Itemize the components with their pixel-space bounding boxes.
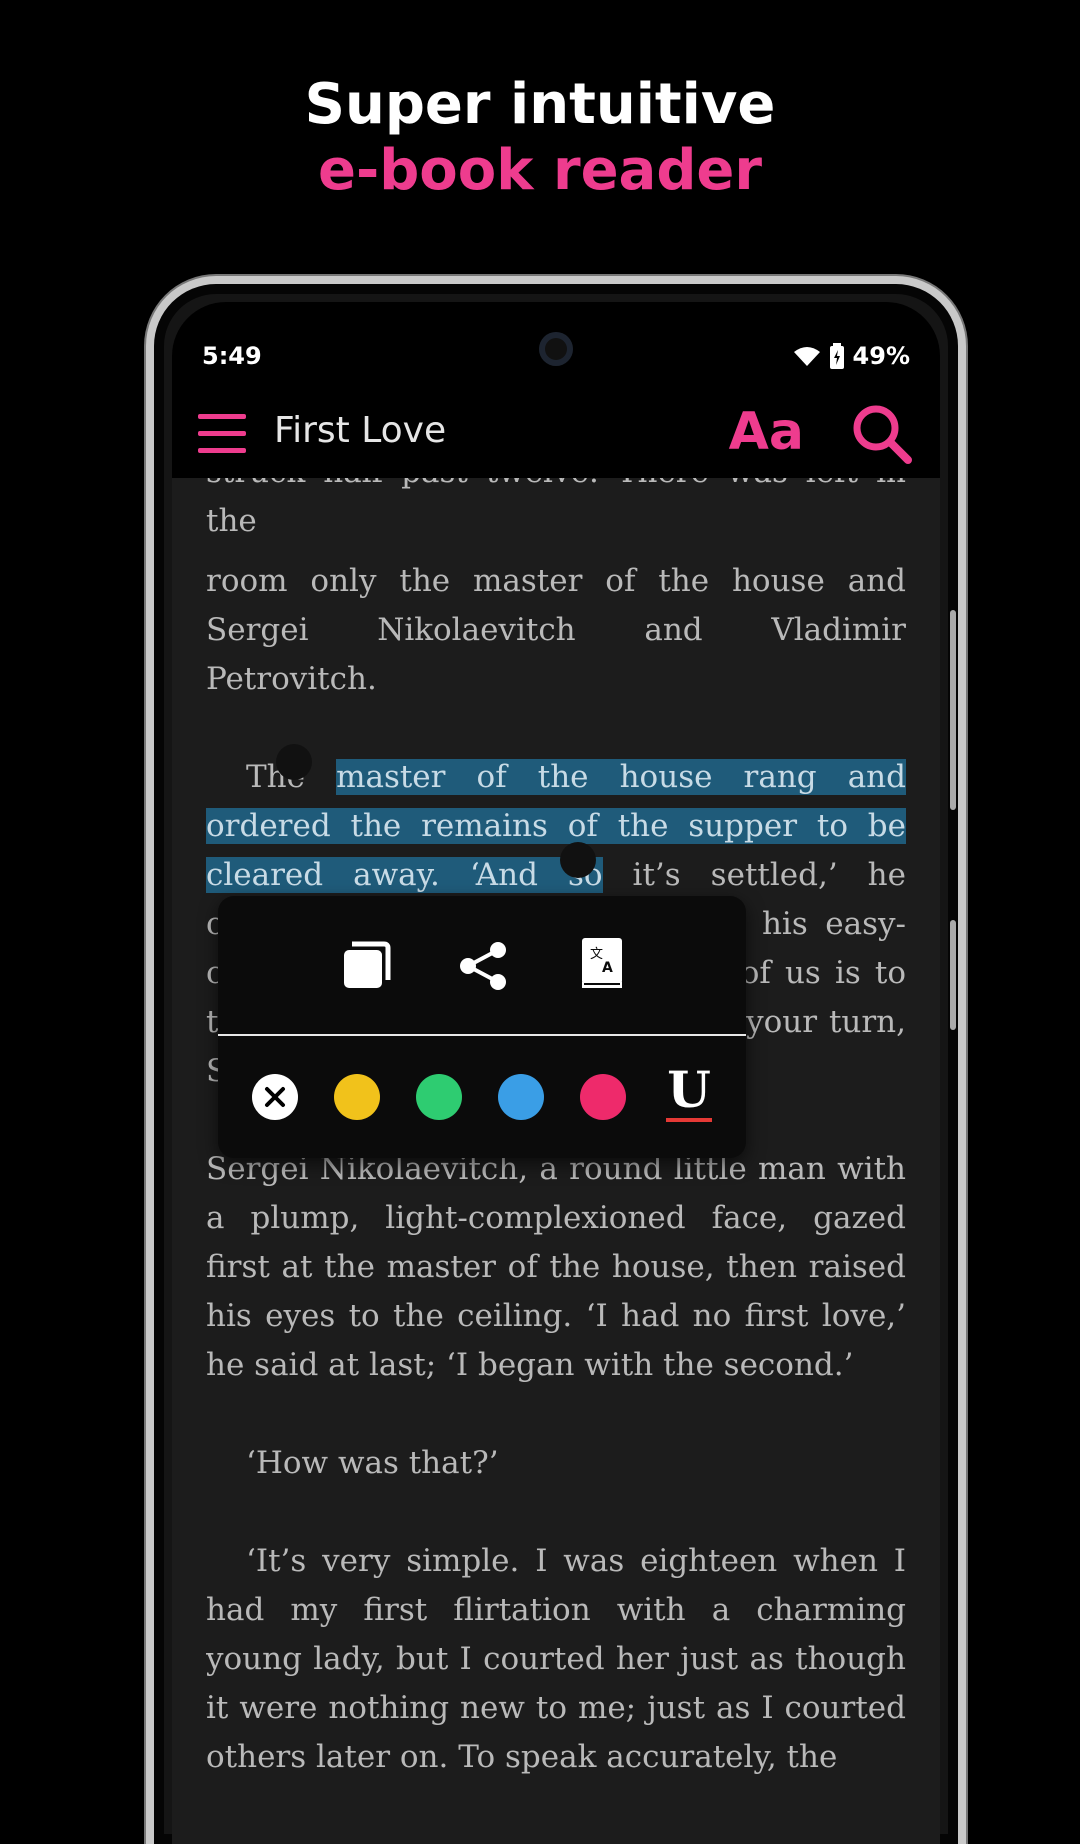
menu-icon[interactable] (198, 414, 246, 454)
status-right: 49% (793, 342, 910, 370)
promo-headline: Super intuitive e-book reader (0, 72, 1080, 204)
front-camera (539, 332, 573, 366)
underline-label: U (667, 1060, 711, 1119)
reader-content[interactable]: struck half past twelve. There was left … (206, 478, 906, 1844)
share-icon[interactable] (458, 940, 510, 992)
paragraph-5: ‘It’s very simple. I was eighteen when I… (206, 1543, 906, 1775)
translate-icon[interactable]: 文 A (578, 936, 628, 992)
search-icon[interactable] (850, 402, 914, 466)
paragraph-1: room only the master of the house and Se… (206, 563, 906, 697)
paragraph-4: ‘How was that?’ (246, 1445, 499, 1481)
power-button (950, 610, 956, 810)
battery-icon (829, 343, 844, 369)
popup-action-row: 文 A (218, 896, 746, 1034)
battery-percent: 49% (852, 342, 910, 370)
headline-line-2: e-book reader (317, 138, 763, 203)
selection-start-handle[interactable] (276, 744, 312, 780)
paragraph-3: Sergei Nikolaevitch, a round little man … (206, 1151, 906, 1383)
book-title: First Love (274, 410, 447, 451)
headline-line-1: Super intuitive (304, 72, 776, 137)
app-bar: First Love Aa (172, 390, 940, 478)
underline-button[interactable]: U (664, 1064, 714, 1124)
highlight-green-button[interactable] (416, 1074, 462, 1120)
reader-cut-line: struck half past twelve. There was left … (206, 478, 906, 539)
selection-end-handle[interactable] (560, 842, 596, 878)
highlight-yellow-button[interactable] (334, 1074, 380, 1120)
wifi-icon (793, 347, 820, 366)
svg-text:A: A (602, 960, 613, 976)
selection-popup: 文 A U (218, 896, 746, 1158)
highlight-blue-button[interactable] (498, 1074, 544, 1120)
top-bar: 5:49 49% First Love Aa (172, 302, 940, 478)
font-settings-button[interactable]: Aa (729, 402, 804, 462)
status-time: 5:49 (202, 342, 262, 370)
volume-button (950, 920, 956, 1030)
copy-icon[interactable] (340, 940, 392, 992)
underline-color-bar (666, 1118, 712, 1122)
close-icon (265, 1087, 285, 1107)
remove-highlight-button[interactable] (252, 1074, 298, 1120)
popup-color-row: U (218, 1036, 746, 1158)
highlight-pink-button[interactable] (580, 1074, 626, 1120)
